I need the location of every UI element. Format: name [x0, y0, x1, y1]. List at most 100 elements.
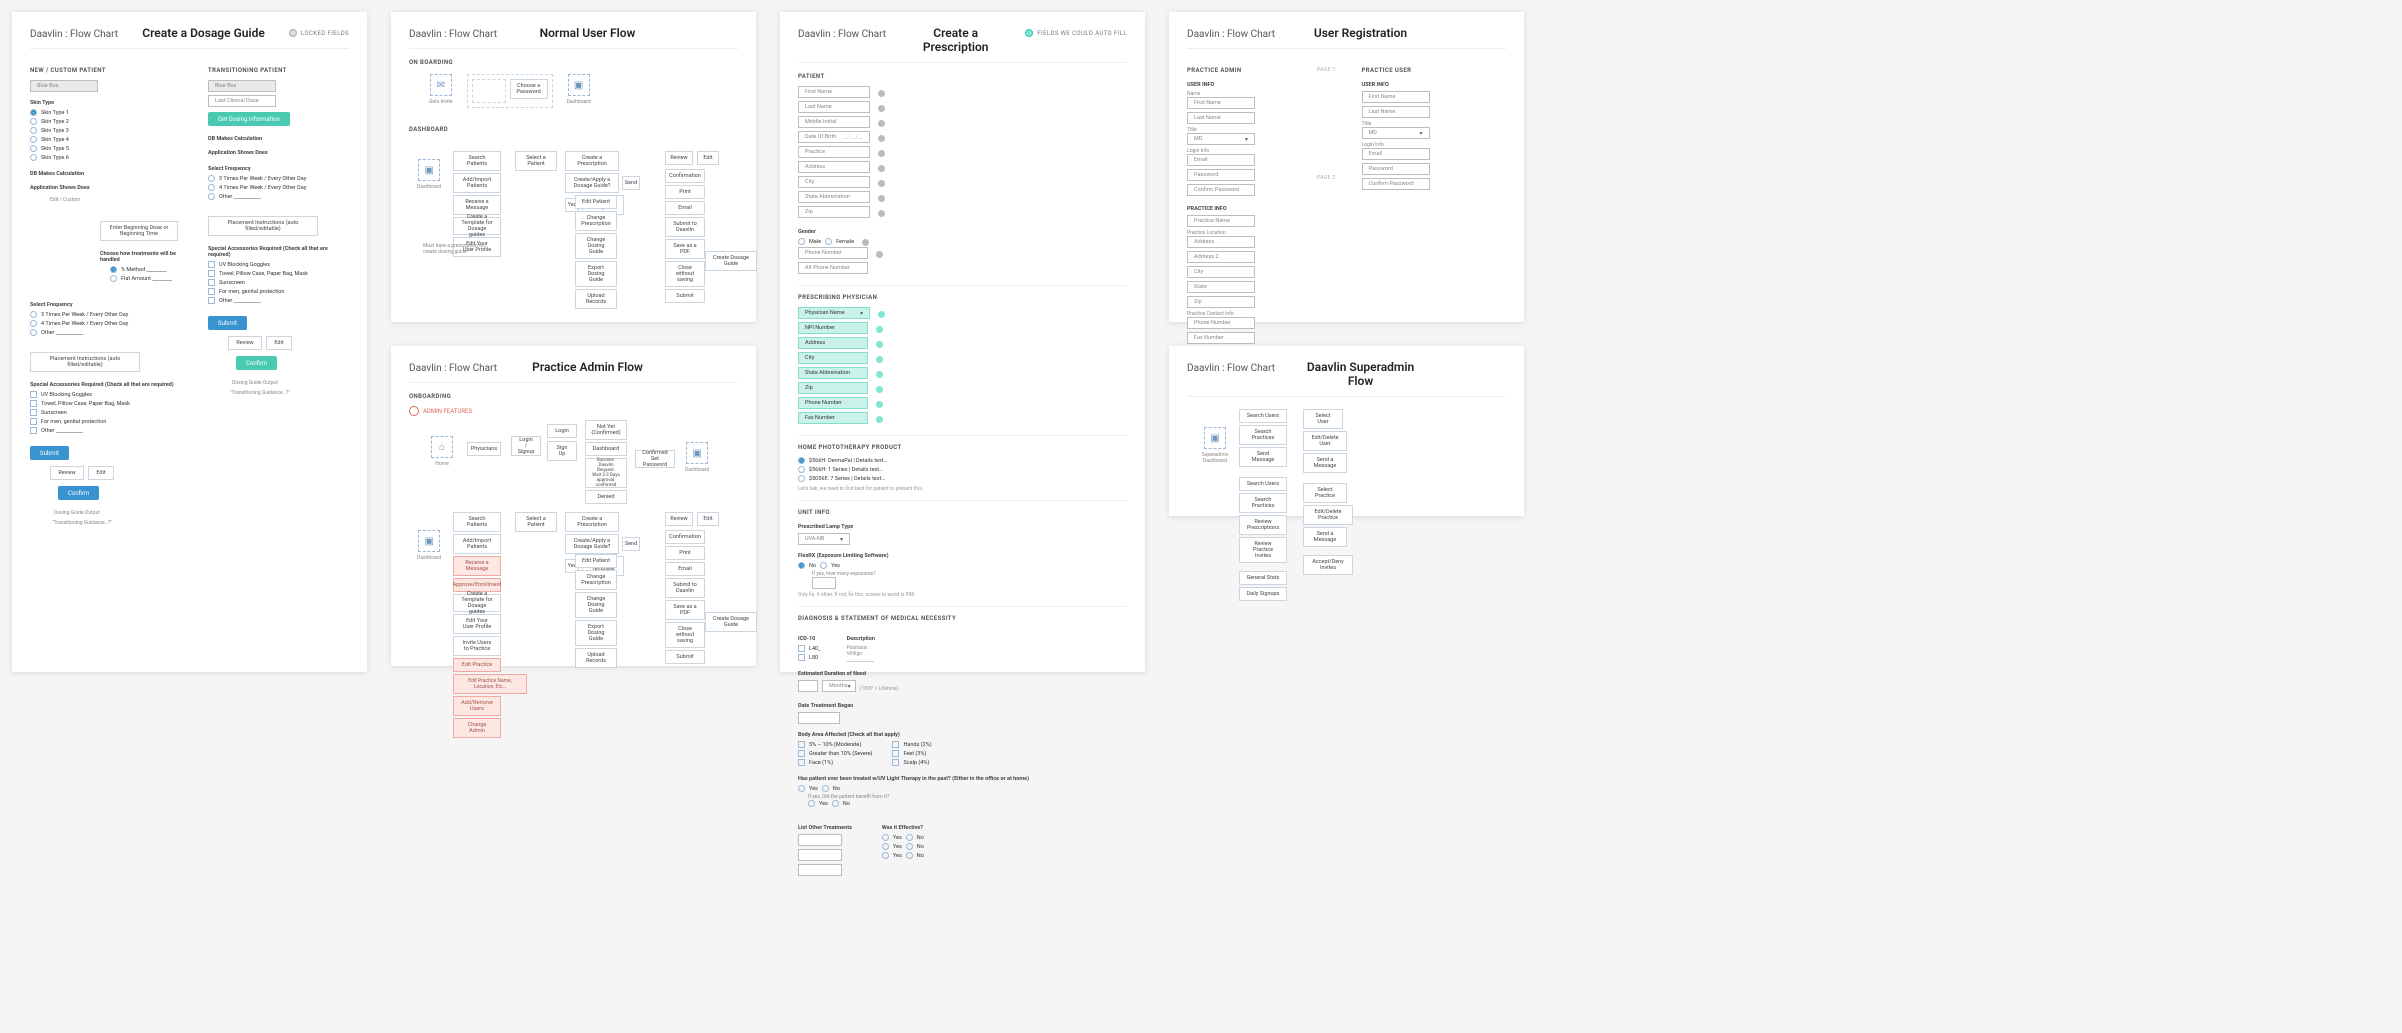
- physician-address[interactable]: Address: [798, 337, 868, 349]
- confirm-password-field[interactable]: Confirm Password: [1362, 178, 1430, 190]
- other-2[interactable]: [798, 849, 842, 861]
- physician-npi-number[interactable]: NPI Number: [798, 322, 868, 334]
- export-guide-node[interactable]: Export Dosing Guide: [575, 261, 617, 287]
- apply-guide-node[interactable]: Create/Apply a Dosage Guide?: [565, 534, 619, 554]
- dashboard-node[interactable]: Dashboard: [585, 442, 627, 456]
- placement-node-r[interactable]: Placement Instructions (auto filled/edit…: [208, 216, 318, 236]
- address-field[interactable]: Address: [1187, 236, 1255, 248]
- last-name-field[interactable]: Last Name: [1362, 106, 1430, 118]
- close-no-save-node[interactable]: Close without saving: [665, 622, 705, 648]
- edit-practice-name-node[interactable]: Edit Practice Name, Location, Etc…: [453, 674, 527, 694]
- physician-city[interactable]: City: [798, 352, 868, 364]
- enter-beginning-dose-node[interactable]: Enter Beginning Dose or Beginning Time: [100, 221, 178, 241]
- edit-delete-user-node[interactable]: Edit/Delete User: [1303, 431, 1347, 451]
- physician-fax-number[interactable]: Fax Number: [798, 412, 868, 424]
- check-uv-blocking-goggles[interactable]: UV Blocking Goggles: [208, 261, 349, 268]
- patient-first-name[interactable]: First Name: [798, 86, 870, 98]
- option-4-times-per-week-every-o[interactable]: 4 Times Per Week / Every Other Day: [208, 184, 349, 191]
- physician-state-abbreviation[interactable]: State Abbreviation: [798, 367, 868, 379]
- review-node[interactable]: Review: [665, 512, 693, 526]
- email-field[interactable]: Email: [1362, 148, 1430, 160]
- submit-button-r[interactable]: Submit: [208, 316, 247, 330]
- get-dosing-button[interactable]: Get Dosing Information: [208, 112, 290, 126]
- login-node[interactable]: Login: [547, 424, 577, 438]
- submit-button[interactable]: Submit: [30, 446, 69, 460]
- edit-node[interactable]: Edit: [88, 466, 114, 480]
- review-node[interactable]: Review: [665, 151, 693, 165]
- physician-zip[interactable]: Zip: [798, 382, 868, 394]
- zip-field[interactable]: Zip: [1187, 296, 1255, 308]
- check-other-[interactable]: Other ___________: [208, 297, 349, 304]
- confirmation-node[interactable]: Confirmation: [665, 530, 705, 544]
- check-uv-blocking-goggles[interactable]: UV Blocking Goggles: [30, 391, 178, 398]
- area-face[interactable]: Face (1%): [798, 759, 872, 766]
- bluebox-field[interactable]: Blue Box: [30, 80, 98, 92]
- edit-patient-node[interactable]: Edit Patient: [575, 554, 617, 568]
- exposures-field[interactable]: [812, 577, 836, 589]
- patient-middle-initial[interactable]: Middle Initial: [798, 116, 870, 128]
- check-sunscreen[interactable]: Sunscreen: [208, 279, 349, 286]
- edit-delete-practice-node[interactable]: Edit/Delete Practice: [1303, 505, 1353, 525]
- option-skin-type-1[interactable]: Skin Type 1: [30, 109, 178, 116]
- patient-address[interactable]: Address: [798, 161, 870, 173]
- title-select[interactable]: MD: [1362, 127, 1430, 139]
- submit-node[interactable]: Submit: [665, 289, 705, 303]
- search-patients-node[interactable]: Search Patients: [453, 151, 501, 171]
- option--566h-dermapal-details-t[interactable]: $566H: DermaPal | Details text…: [798, 457, 1127, 464]
- edit-patient-node[interactable]: Edit Patient: [575, 195, 617, 209]
- daily-signups-node[interactable]: Daily Signups: [1239, 587, 1287, 601]
- patient-date-of-birth[interactable]: Date Of Birth__/__/__: [798, 131, 870, 143]
- upload-records-node[interactable]: Upload Records: [575, 648, 617, 668]
- last-clinical-field[interactable]: Last Clinical Dose: [208, 95, 276, 107]
- create-dosage-guide-node[interactable]: Create Dosage Guide: [705, 612, 757, 632]
- practice-name-field[interactable]: Practice Name: [1187, 215, 1255, 227]
- print-node[interactable]: Print: [665, 185, 705, 199]
- option--566h-1-series-details-t[interactable]: $566H: 1 Series | Details text…: [798, 466, 1127, 473]
- select-practice-node[interactable]: Select Practice: [1303, 483, 1347, 503]
- area-hands[interactable]: Hands (2%): [892, 741, 931, 748]
- patient-practice[interactable]: Practice: [798, 146, 870, 158]
- send-message-node[interactable]: Send Message: [1239, 447, 1287, 467]
- create-rx-node[interactable]: Create a Prescription: [565, 512, 619, 532]
- login-signup-node[interactable]: Login / Signup: [511, 436, 541, 456]
- add-import-node[interactable]: Add/Import Patients: [453, 173, 501, 193]
- physician-name-select[interactable]: Physician Name: [798, 307, 870, 319]
- search-users-node-2[interactable]: Search Users: [1239, 477, 1287, 491]
- password-field[interactable]: Password: [1362, 163, 1430, 175]
- state-field[interactable]: State: [1187, 281, 1255, 293]
- create-dosage-guide-node[interactable]: Create Dosage Guide: [705, 251, 757, 271]
- alt-phone-field[interactable]: Alt Phone Number: [798, 262, 868, 274]
- option-skin-type-3[interactable]: Skin Type 3: [30, 127, 178, 134]
- review-prescriptions-node[interactable]: Review Prescriptions: [1239, 515, 1287, 535]
- first-name-field[interactable]: First Name: [1362, 91, 1430, 103]
- edit-practice-node[interactable]: Edit Practice: [453, 658, 501, 672]
- other-3[interactable]: [798, 864, 842, 876]
- apply-guide-node[interactable]: Create/Apply a Dosage Guide?: [565, 173, 619, 193]
- patient-last-name[interactable]: Last Name: [798, 101, 870, 113]
- send-a-message-node-2[interactable]: Send a Message: [1303, 527, 1347, 547]
- patient-state-abbreviation[interactable]: State Abbreviation: [798, 191, 870, 203]
- option-skin-type-4[interactable]: Skin Type 4: [30, 136, 178, 143]
- accept-deny-invites-node[interactable]: Accept/Deny Invites: [1303, 555, 1353, 575]
- phone-field[interactable]: Phone Number: [1187, 317, 1255, 329]
- review-node-r[interactable]: Review: [228, 336, 262, 350]
- fax-field[interactable]: Fax Number: [1187, 332, 1255, 344]
- search-practices-node-2[interactable]: Search Practices: [1239, 493, 1287, 513]
- area-feet[interactable]: Feet (3%): [892, 750, 931, 757]
- edit-node-r[interactable]: Edit: [266, 336, 292, 350]
- phone-field[interactable]: Phone Number: [798, 247, 868, 259]
- change-guide-node[interactable]: Change Dosing Guide: [575, 233, 617, 259]
- gender-female[interactable]: Female: [825, 238, 854, 245]
- submit-daavlin-node[interactable]: Submit to Daavlin: [665, 217, 705, 237]
- send-node[interactable]: Send: [622, 176, 640, 190]
- placement-node[interactable]: Placement Instructions (auto filled/edit…: [30, 352, 140, 372]
- flexrx-yes[interactable]: Yes: [820, 562, 840, 569]
- create-template-node[interactable]: Create a Template for Dosage guides: [453, 594, 501, 612]
- general-stats-node[interactable]: General Stats: [1239, 571, 1287, 585]
- invite-users-node[interactable]: Invite Users to Practice: [453, 636, 501, 656]
- send-a-message-node[interactable]: Send a Message: [1303, 453, 1347, 473]
- search-practices-node[interactable]: Search Practices: [1239, 425, 1287, 445]
- benefit-no[interactable]: No: [832, 800, 850, 807]
- treatment-date[interactable]: [798, 712, 840, 724]
- other-1[interactable]: [798, 834, 842, 846]
